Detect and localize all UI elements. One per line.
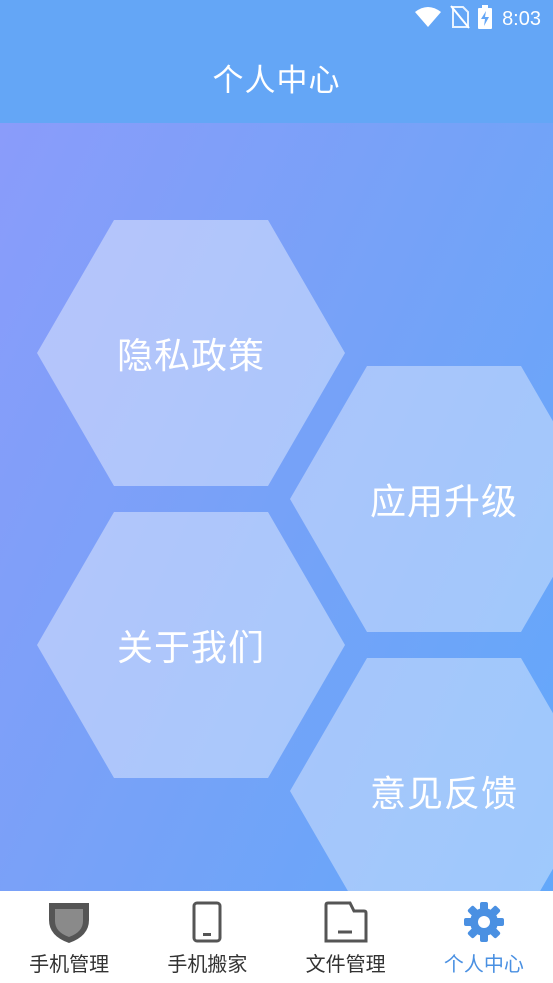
phone-icon [192, 900, 222, 944]
wifi-icon [414, 6, 442, 32]
nav-label: 个人中心 [443, 952, 524, 976]
feedback-button[interactable]: 意见反馈 [290, 658, 553, 891]
status-bar: 8:03 [0, 0, 553, 38]
menu-area: 隐私政策 应用升级 关于我们 意见反馈 [0, 123, 553, 891]
shield-icon [46, 900, 92, 944]
gear-icon [462, 900, 506, 944]
privacy-policy-label: 隐私政策 [116, 336, 265, 377]
status-icons: 8:03 [414, 5, 541, 33]
nav-phone-manage[interactable]: 手机管理 [0, 891, 138, 983]
app-upgrade-label: 应用升级 [369, 482, 518, 523]
about-us-button[interactable]: 关于我们 [37, 512, 345, 778]
folder-icon [324, 900, 368, 944]
feedback-label: 意见反馈 [369, 774, 518, 815]
nav-phone-migrate[interactable]: 手机搬家 [138, 891, 276, 983]
nav-label: 手机搬家 [167, 952, 248, 976]
top-bar: 8:03 个人中心 [0, 0, 553, 123]
status-time: 8:03 [502, 7, 541, 30]
nav-label: 手机管理 [29, 952, 110, 976]
nav-label: 文件管理 [305, 952, 386, 976]
app-upgrade-button[interactable]: 应用升级 [290, 366, 553, 632]
nav-file-manage[interactable]: 文件管理 [277, 891, 415, 983]
nav-personal-center[interactable]: 个人中心 [415, 891, 553, 983]
privacy-policy-button[interactable]: 隐私政策 [37, 220, 345, 486]
about-us-label: 关于我们 [116, 628, 265, 669]
no-sim-icon [450, 5, 470, 33]
page-title: 个人中心 [212, 63, 341, 99]
bottom-nav: 手机管理 手机搬家 文件管理 个人中心 [0, 891, 553, 983]
battery-charging-icon [478, 5, 493, 33]
